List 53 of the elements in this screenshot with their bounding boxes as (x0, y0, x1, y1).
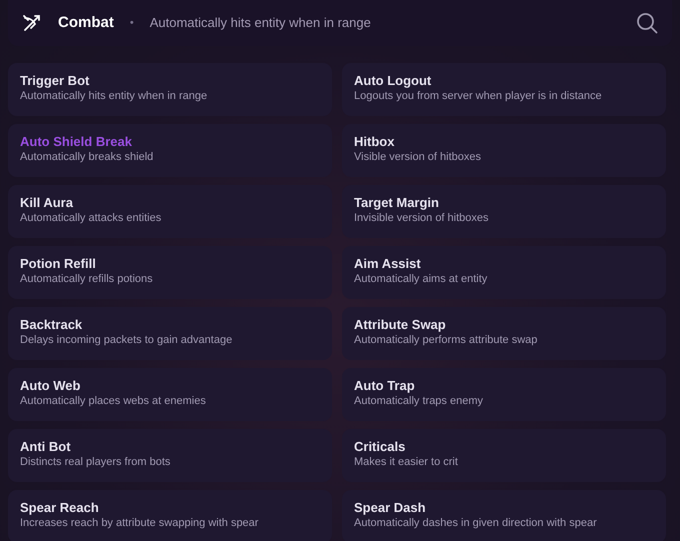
module-card[interactable]: Backtrack Delays incoming packets to gain advantage (8, 307, 332, 360)
module-card[interactable]: Aim Assist Automatically aims at entity (342, 246, 666, 299)
module-description: Invisible version of hitboxes (354, 211, 490, 225)
module-name: Aim Assist (354, 256, 422, 272)
module-card[interactable]: Auto Web Automatically places webs at enemies (8, 368, 332, 421)
module-name: Auto Trap (354, 378, 416, 394)
module-card[interactable]: Anti Bot Distincts real players from bots (8, 429, 332, 482)
module-card[interactable]: Attribute Swap Automatically performs attribute swap (342, 307, 666, 360)
module-card[interactable]: Hitbox Visible version of hitboxes (342, 124, 666, 177)
module-name: Attribute Swap (354, 317, 447, 333)
module-name: Kill Aura (20, 195, 74, 211)
module-card[interactable]: Auto Trap Automatically traps enemy (342, 368, 666, 421)
module-name: Hitbox (354, 134, 396, 150)
module-description: Automatically performs attribute swap (354, 333, 538, 347)
module-card[interactable]: Auto Shield Break Automatically breaks shield (8, 124, 332, 177)
module-description: Automatically hits entity when in range (20, 89, 208, 103)
module-description: Automatically dashes in given direction with spear (354, 516, 598, 530)
module-name: Trigger Bot (20, 73, 90, 89)
module-description: Distincts real players from bots (20, 455, 172, 469)
module-name: Criticals (354, 439, 406, 455)
module-name: Auto Logout (354, 73, 432, 89)
module-card[interactable]: Criticals Makes it easier to crit (342, 429, 666, 482)
page-description: Automatically hits entity when in range (150, 14, 372, 32)
module-description: Logouts you from server when player is in distance (354, 89, 603, 103)
module-card[interactable]: Trigger Bot Automatically hits entity when in range (8, 63, 332, 116)
module-card[interactable]: Potion Refill Automatically refills potions (8, 246, 332, 299)
module-description: Delays incoming packets to gain advantage (20, 333, 234, 347)
module-name: Auto Web (20, 378, 82, 394)
module-description: Makes it easier to crit (354, 455, 459, 469)
module-name: Spear Dash (354, 500, 427, 516)
module-card[interactable]: Target Margin Invisible version of hitboxes (342, 185, 666, 238)
module-name: Backtrack (20, 317, 84, 333)
module-description: Automatically traps enemy (354, 394, 484, 408)
module-name: Anti Bot (20, 439, 72, 455)
module-description: Automatically places webs at enemies (20, 394, 207, 408)
module-name: Spear Reach (20, 500, 100, 516)
module-card[interactable]: Kill Aura Automatically attacks entities (8, 185, 332, 238)
module-description: Automatically refills potions (20, 272, 154, 286)
module-description: Automatically attacks entities (20, 211, 162, 225)
module-description: Automatically breaks shield (20, 150, 154, 164)
page-title: Combat (58, 12, 114, 33)
module-name: Target Margin (354, 195, 440, 211)
bow-arrow-icon (22, 13, 42, 33)
separator-dot: • (130, 16, 134, 31)
search-icon[interactable] (636, 12, 658, 34)
module-description: Visible version of hitboxes (354, 150, 482, 164)
module-description: Increases reach by attribute swapping with spear (20, 516, 260, 530)
module-name: Potion Refill (20, 256, 97, 272)
module-name: Auto Shield Break (20, 134, 133, 150)
module-card[interactable]: Spear Dash Automatically dashes in given direction with spear (342, 490, 666, 541)
module-card[interactable]: Auto Logout Logouts you from server when player is in distance (342, 63, 666, 116)
module-card[interactable]: Spear Reach Increases reach by attribute swapping with spear (8, 490, 332, 541)
module-description: Automatically aims at entity (354, 272, 488, 286)
